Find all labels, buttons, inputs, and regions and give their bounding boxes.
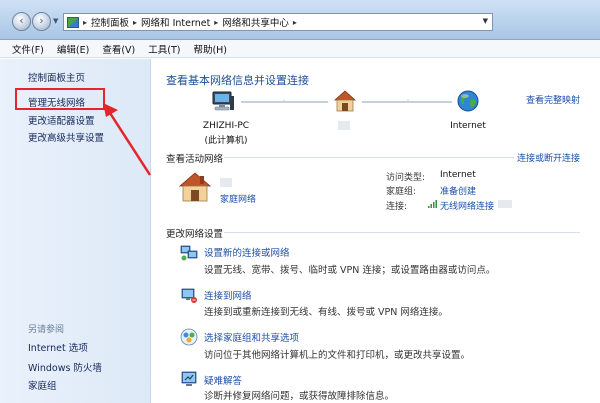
connect-disconnect-link[interactable]: 连接或断开连接 (517, 151, 580, 164)
troubleshoot-icon (180, 370, 198, 388)
chevron-right-icon: ▸ (83, 17, 88, 27)
breadcrumb-control-panel[interactable]: 控制面板 (91, 15, 129, 29)
troubleshoot-link[interactable]: 疑难解答 (204, 373, 242, 387)
recent-pages-dropdown[interactable]: ▼ (53, 17, 58, 25)
homegroup-icon (180, 328, 198, 346)
home-network-icon (333, 90, 357, 112)
section-divider (224, 157, 514, 158)
breadcrumb-network-internet[interactable]: 网络和 Internet (141, 15, 210, 29)
network-type-link[interactable]: 家庭网络 (220, 192, 256, 205)
connect-network-icon (180, 286, 198, 304)
control-panel-icon (67, 16, 79, 28)
page-title: 查看基本网络信息并设置连接 (166, 74, 309, 87)
chevron-right-icon: ▸ (133, 17, 138, 27)
access-type-label: 访问类型: (386, 173, 426, 183)
see-also-windows-firewall[interactable]: Windows 防火墙 (28, 360, 102, 374)
menu-help[interactable]: 帮助(H) (193, 42, 227, 56)
address-bar-area: ‹ › ▼ ▸ 控制面板 ▸ 网络和 Internet ▸ 网络和共享中心 ▸ … (0, 0, 600, 40)
access-type-value: Internet (440, 170, 476, 180)
full-map-link[interactable]: 查看完整映射 (526, 93, 580, 106)
forward-button[interactable]: › (32, 12, 51, 31)
computer-icon (211, 90, 235, 112)
signal-strength-icon (428, 200, 437, 208)
section-divider (224, 232, 580, 233)
active-networks-heading: 查看活动网络 (166, 154, 224, 165)
internet-label: Internet (450, 121, 486, 131)
connect-to-network-link[interactable]: 连接到网络 (204, 288, 252, 302)
network-name-redacted (338, 121, 350, 130)
menu-file[interactable]: 文件(F) (12, 42, 44, 56)
homegroup-sharing-link[interactable]: 选择家庭组和共享选项 (204, 330, 299, 344)
setup-connection-description: 设置无线、宽带、拨号、临时或 VPN 连接；或设置路由器或访问点。 (204, 265, 496, 276)
menu-bar: 文件(F) 编辑(E) 查看(V) 工具(T) 帮助(H) (0, 40, 600, 58)
sidebar-item-adapter-settings[interactable]: 更改适配器设置 (28, 113, 95, 127)
troubleshoot-description: 诊断并修复网络问题，或获得故障排除信息。 (204, 391, 395, 402)
homegroup-status-link[interactable]: 准备创建 (440, 184, 476, 197)
chevron-right-icon: ▸ (214, 17, 219, 27)
network-link-icon: · (282, 94, 286, 107)
network-name-redacted (220, 178, 232, 187)
address-bar[interactable]: ▸ 控制面板 ▸ 网络和 Internet ▸ 网络和共享中心 ▸ ▼ (63, 13, 493, 31)
home-network-large-icon (178, 172, 212, 202)
homegroup-label: 家庭组: (386, 187, 417, 197)
sidebar-item-advanced-sharing[interactable]: 更改高级共享设置 (28, 130, 104, 144)
back-button[interactable]: ‹ (12, 12, 31, 31)
menu-tools[interactable]: 工具(T) (148, 42, 180, 56)
see-also-internet-options[interactable]: Internet 选项 (28, 340, 88, 354)
sidebar-item-control-panel-home[interactable]: 控制面板主页 (28, 70, 85, 84)
breadcrumb-network-sharing-center[interactable]: 网络和共享中心 (222, 15, 289, 29)
connection-label: 连接: (386, 202, 408, 212)
annotation-highlight-box (15, 88, 105, 110)
homegroup-sharing-description: 访问位于其他网络计算机上的文件和打印机，或更改共享设置。 (204, 350, 471, 361)
network-name-redacted (498, 200, 512, 208)
network-link-icon: · (406, 94, 410, 107)
change-settings-heading: 更改网络设置 (166, 229, 224, 240)
sidebar: 控制面板主页 管理无线网络 更改适配器设置 更改高级共享设置 另请参阅 Inte… (0, 59, 151, 403)
network-setup-icon (180, 243, 198, 261)
chevron-right-icon: ▸ (292, 17, 297, 27)
menu-edit[interactable]: 编辑(E) (57, 42, 89, 56)
computer-name-label: ZHIZHI-PC (202, 121, 250, 131)
menu-view[interactable]: 查看(V) (102, 42, 135, 56)
see-also-homegroup[interactable]: 家庭组 (28, 378, 57, 392)
wireless-connection-link[interactable]: 无线网络连接 (440, 199, 494, 212)
chevron-down-icon[interactable]: ▼ (483, 17, 488, 25)
globe-icon (456, 89, 480, 113)
computer-subtitle-label: (此计算机) (204, 136, 248, 146)
see-also-heading: 另请参阅 (28, 325, 65, 335)
connect-to-network-description: 连接到或重新连接到无线、有线、拨号或 VPN 网络连接。 (204, 307, 448, 318)
setup-connection-link[interactable]: 设置新的连接或网络 (204, 245, 290, 259)
